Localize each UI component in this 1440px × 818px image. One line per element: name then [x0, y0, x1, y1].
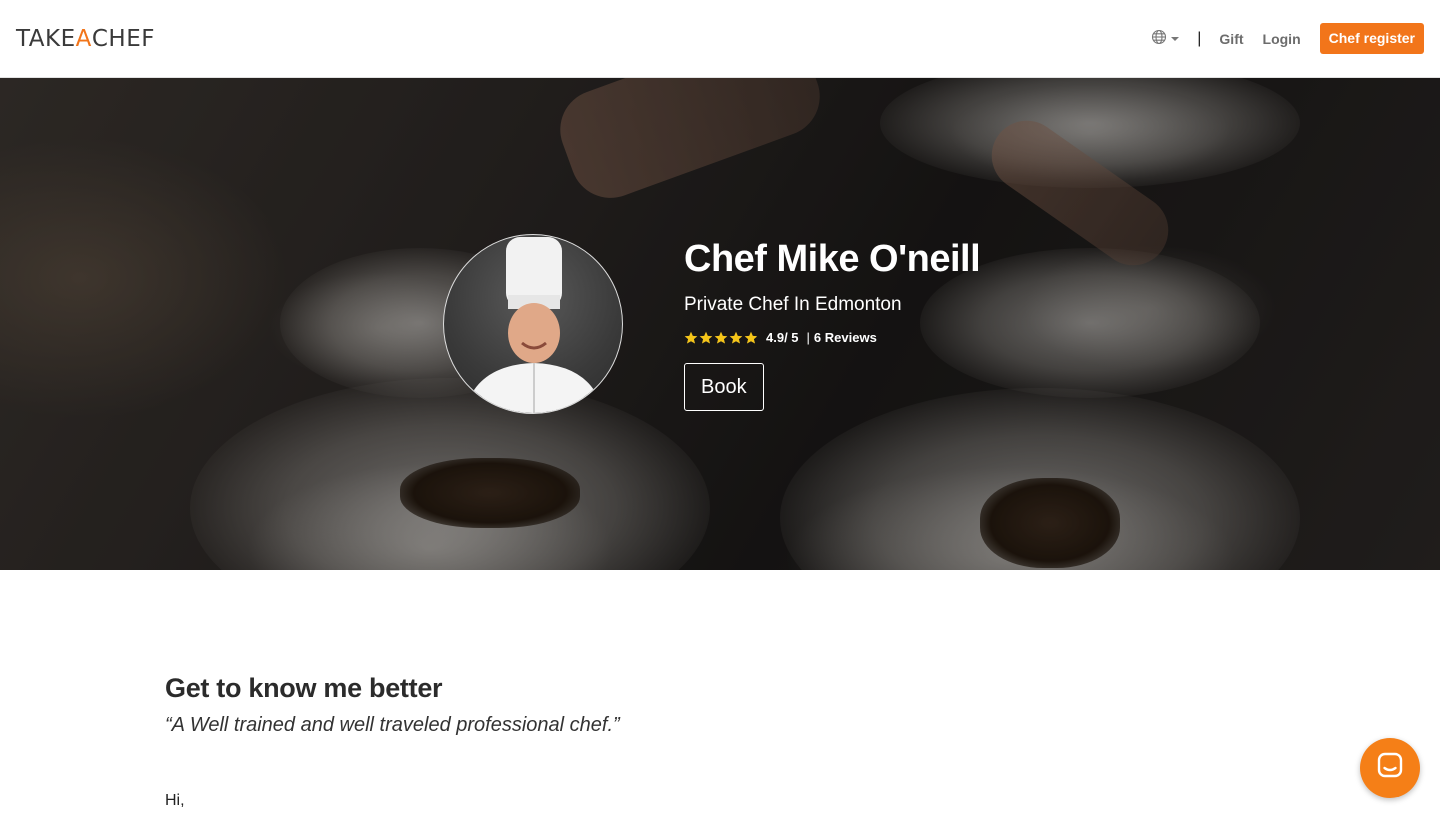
chef-subtitle: Private Chef In Edmonton — [684, 294, 902, 315]
takeachef-logo[interactable]: TAKE A CHEF — [16, 26, 155, 52]
caret-down-icon — [1171, 36, 1180, 41]
about-quote: “A Well trained and well traveled profes… — [165, 714, 620, 736]
star-icon — [714, 331, 728, 343]
rating-separator: | — [806, 330, 810, 345]
logo-text-chef: CHEF — [91, 25, 155, 52]
chef-register-button[interactable]: Chef register — [1319, 23, 1424, 54]
rating-stars — [684, 331, 758, 345]
gift-link[interactable]: Gift — [1219, 31, 1243, 47]
chat-icon — [1375, 751, 1405, 786]
language-selector[interactable] — [1151, 29, 1180, 48]
top-header: TAKE A CHEF | Gift Login Chef register — [0, 0, 1440, 78]
book-button[interactable]: Book — [684, 363, 764, 411]
chef-avatar — [443, 234, 623, 414]
hero-banner: Chef Mike O'neill Private Chef In Edmont… — [0, 78, 1440, 570]
star-icon — [729, 331, 743, 343]
about-greeting: Hi, — [165, 792, 185, 809]
header-nav: | Gift Login Chef register — [1151, 23, 1424, 54]
chef-name: Chef Mike O'neill — [684, 238, 981, 280]
about-section: Get to know me better “A Well trained an… — [165, 672, 620, 811]
reviews-count[interactable]: 6 Reviews — [814, 330, 877, 345]
chef-info: Chef Mike O'neill Private Chef In Edmont… — [684, 236, 981, 411]
rating-value: 4.9/ 5 — [766, 330, 799, 345]
login-link[interactable]: Login — [1263, 31, 1301, 47]
rating-row: 4.9/ 5 | 6 Reviews — [684, 330, 980, 345]
star-icon — [684, 331, 698, 343]
logo-text-take: TAKE — [16, 25, 76, 52]
about-heading: Get to know me better — [165, 673, 443, 703]
star-icon — [744, 331, 758, 343]
globe-icon — [1151, 29, 1167, 48]
logo-text-a: A — [75, 25, 92, 52]
chat-launcher-button[interactable] — [1360, 738, 1420, 798]
nav-separator: | — [1197, 29, 1202, 47]
star-icon — [699, 331, 713, 343]
